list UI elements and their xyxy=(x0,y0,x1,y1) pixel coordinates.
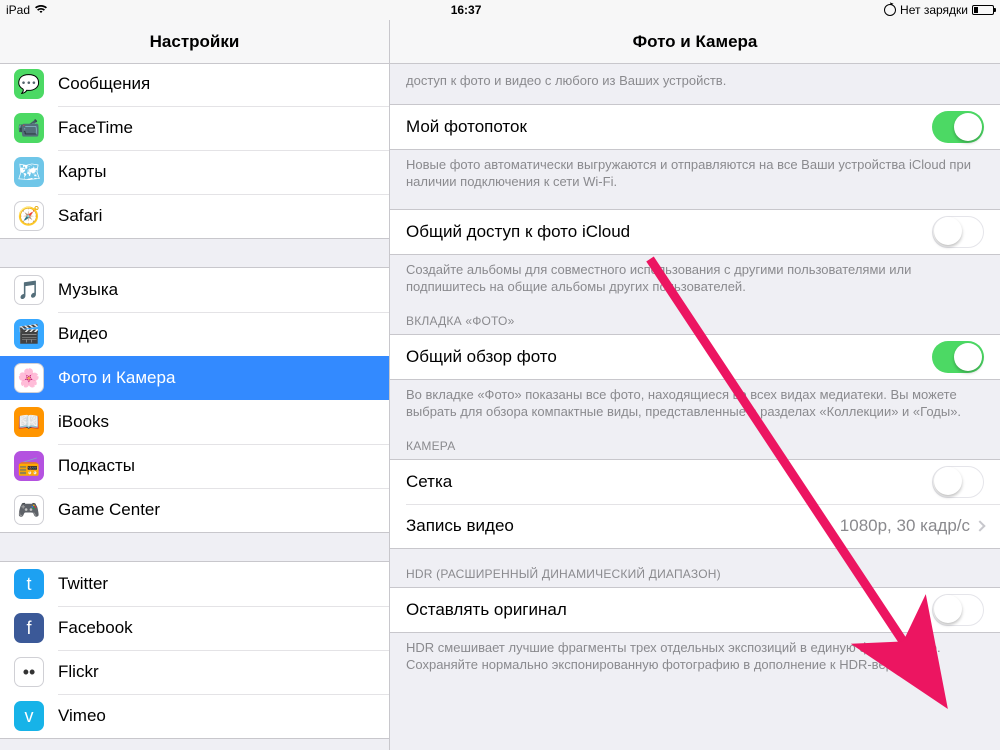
chevron-right-icon xyxy=(974,520,985,531)
row-my-photostream[interactable]: Мой фотопоток xyxy=(390,105,1000,149)
my-photostream-toggle[interactable] xyxy=(932,111,984,143)
sidebar-item-twitter[interactable]: t Twitter xyxy=(0,562,389,606)
wifi-icon xyxy=(34,3,48,17)
sidebar-item-photos[interactable]: 🌸 Фото и Камера xyxy=(0,356,389,400)
sidebar: Настройки 💬 Сообщения 📹 FaceTime 🗺 Карты 🧭 Safa… xyxy=(0,20,390,750)
grid-toggle[interactable] xyxy=(932,466,984,498)
sidebar-item-messages[interactable]: 💬 Сообщения xyxy=(0,64,389,106)
summary-footer: Во вкладке «Фото» показаны все фото, нах… xyxy=(390,380,1000,421)
safari-icon: 🧭 xyxy=(14,201,44,231)
music-icon: 🎵 xyxy=(14,275,44,305)
facetime-icon: 📹 xyxy=(14,113,44,143)
status-bar: iPad 16:37 Нет зарядки xyxy=(0,0,1000,20)
photo-summary-toggle[interactable] xyxy=(932,341,984,373)
charging-label: Нет зарядки xyxy=(900,3,968,17)
photo-summary-label: Общий обзор фото xyxy=(406,347,932,367)
photos-icon: 🌸 xyxy=(14,363,44,393)
flickr-icon: •• xyxy=(14,657,44,687)
icloud-sharing-toggle[interactable] xyxy=(932,216,984,248)
facebook-icon: f xyxy=(14,613,44,643)
sidebar-item-label: Сообщения xyxy=(58,74,150,94)
icloud-sharing-label: Общий доступ к фото iCloud xyxy=(406,222,932,242)
sidebar-item-ibooks[interactable]: 📖 iBooks xyxy=(0,400,389,444)
row-photo-summary[interactable]: Общий обзор фото xyxy=(390,335,1000,379)
device-label: iPad xyxy=(6,3,30,17)
gamecenter-icon: 🎮 xyxy=(14,495,44,525)
video-icon: 🎬 xyxy=(14,319,44,349)
sidebar-item-facetime[interactable]: 📹 FaceTime xyxy=(0,106,389,150)
status-time: 16:37 xyxy=(48,3,884,17)
intro-footer: доступ к фото и видео с любого из Ваших … xyxy=(390,64,1000,90)
sidebar-item-label: iBooks xyxy=(58,412,109,432)
row-icloud-sharing[interactable]: Общий доступ к фото iCloud xyxy=(390,210,1000,254)
camera-header: КАМЕРА xyxy=(390,421,1000,459)
sidebar-item-label: Видео xyxy=(58,324,108,344)
detail-title: Фото и Камера xyxy=(390,20,1000,64)
sidebar-item-music[interactable]: 🎵 Музыка xyxy=(0,268,389,312)
sidebar-item-label: Flickr xyxy=(58,662,99,682)
sidebar-item-label: Фото и Камера xyxy=(58,368,175,388)
photos-tab-header: ВКЛАДКА «ФОТО» xyxy=(390,296,1000,334)
grid-label: Сетка xyxy=(406,472,932,492)
sidebar-item-label: FaceTime xyxy=(58,118,133,138)
detail-pane: Фото и Камера доступ к фото и видео с лю… xyxy=(390,20,1000,750)
sidebar-item-label: Twitter xyxy=(58,574,108,594)
sidebar-item-podcasts[interactable]: 📻 Подкасты xyxy=(0,444,389,488)
sidebar-item-maps[interactable]: 🗺 Карты xyxy=(0,150,389,194)
maps-icon: 🗺 xyxy=(14,157,44,187)
keep-original-toggle[interactable] xyxy=(932,594,984,626)
sidebar-item-facebook[interactable]: f Facebook xyxy=(0,606,389,650)
sidebar-item-flickr[interactable]: •• Flickr xyxy=(0,650,389,694)
sidebar-item-label: Карты xyxy=(58,162,106,182)
battery-icon xyxy=(972,5,994,15)
sidebar-item-safari[interactable]: 🧭 Safari xyxy=(0,194,389,238)
vimeo-icon: v xyxy=(14,701,44,731)
sidebar-scroll[interactable]: 💬 Сообщения 📹 FaceTime 🗺 Карты 🧭 Safari 🎵 Музыка 🎬… xyxy=(0,64,389,750)
row-grid[interactable]: Сетка xyxy=(390,460,1000,504)
my-photostream-label: Мой фотопоток xyxy=(406,117,932,137)
sidebar-item-video[interactable]: 🎬 Видео xyxy=(0,312,389,356)
twitter-icon: t xyxy=(14,569,44,599)
sidebar-item-label: Safari xyxy=(58,206,102,226)
record-video-label: Запись видео xyxy=(406,516,840,536)
sidebar-item-label: Game Center xyxy=(58,500,160,520)
sidebar-title: Настройки xyxy=(0,20,389,64)
hdr-footer: HDR смешивает лучшие фрагменты трех отде… xyxy=(390,633,1000,674)
record-video-value: 1080p, 30 кадр/с xyxy=(840,516,970,536)
ibooks-icon: 📖 xyxy=(14,407,44,437)
sharing-footer: Создайте альбомы для совместного использ… xyxy=(390,255,1000,296)
hdr-header: HDR (РАСШИРЕННЫЙ ДИНАМИЧЕСКИЙ ДИАПАЗОН) xyxy=(390,549,1000,587)
podcasts-icon: 📻 xyxy=(14,451,44,481)
detail-scroll[interactable]: доступ к фото и видео с любого из Ваших … xyxy=(390,64,1000,694)
row-record-video[interactable]: Запись видео 1080p, 30 кадр/с xyxy=(390,504,1000,548)
sidebar-item-vimeo[interactable]: v Vimeo xyxy=(0,694,389,738)
messages-icon: 💬 xyxy=(14,69,44,99)
sync-icon xyxy=(884,4,896,16)
sidebar-item-gamecenter[interactable]: 🎮 Game Center xyxy=(0,488,389,532)
sidebar-item-label: Подкасты xyxy=(58,456,135,476)
row-keep-original[interactable]: Оставлять оригинал xyxy=(390,588,1000,632)
sidebar-item-label: Музыка xyxy=(58,280,118,300)
sidebar-item-label: Facebook xyxy=(58,618,133,638)
photostream-footer: Новые фото автоматически выгружаются и о… xyxy=(390,150,1000,191)
keep-original-label: Оставлять оригинал xyxy=(406,600,932,620)
sidebar-item-label: Vimeo xyxy=(58,706,106,726)
